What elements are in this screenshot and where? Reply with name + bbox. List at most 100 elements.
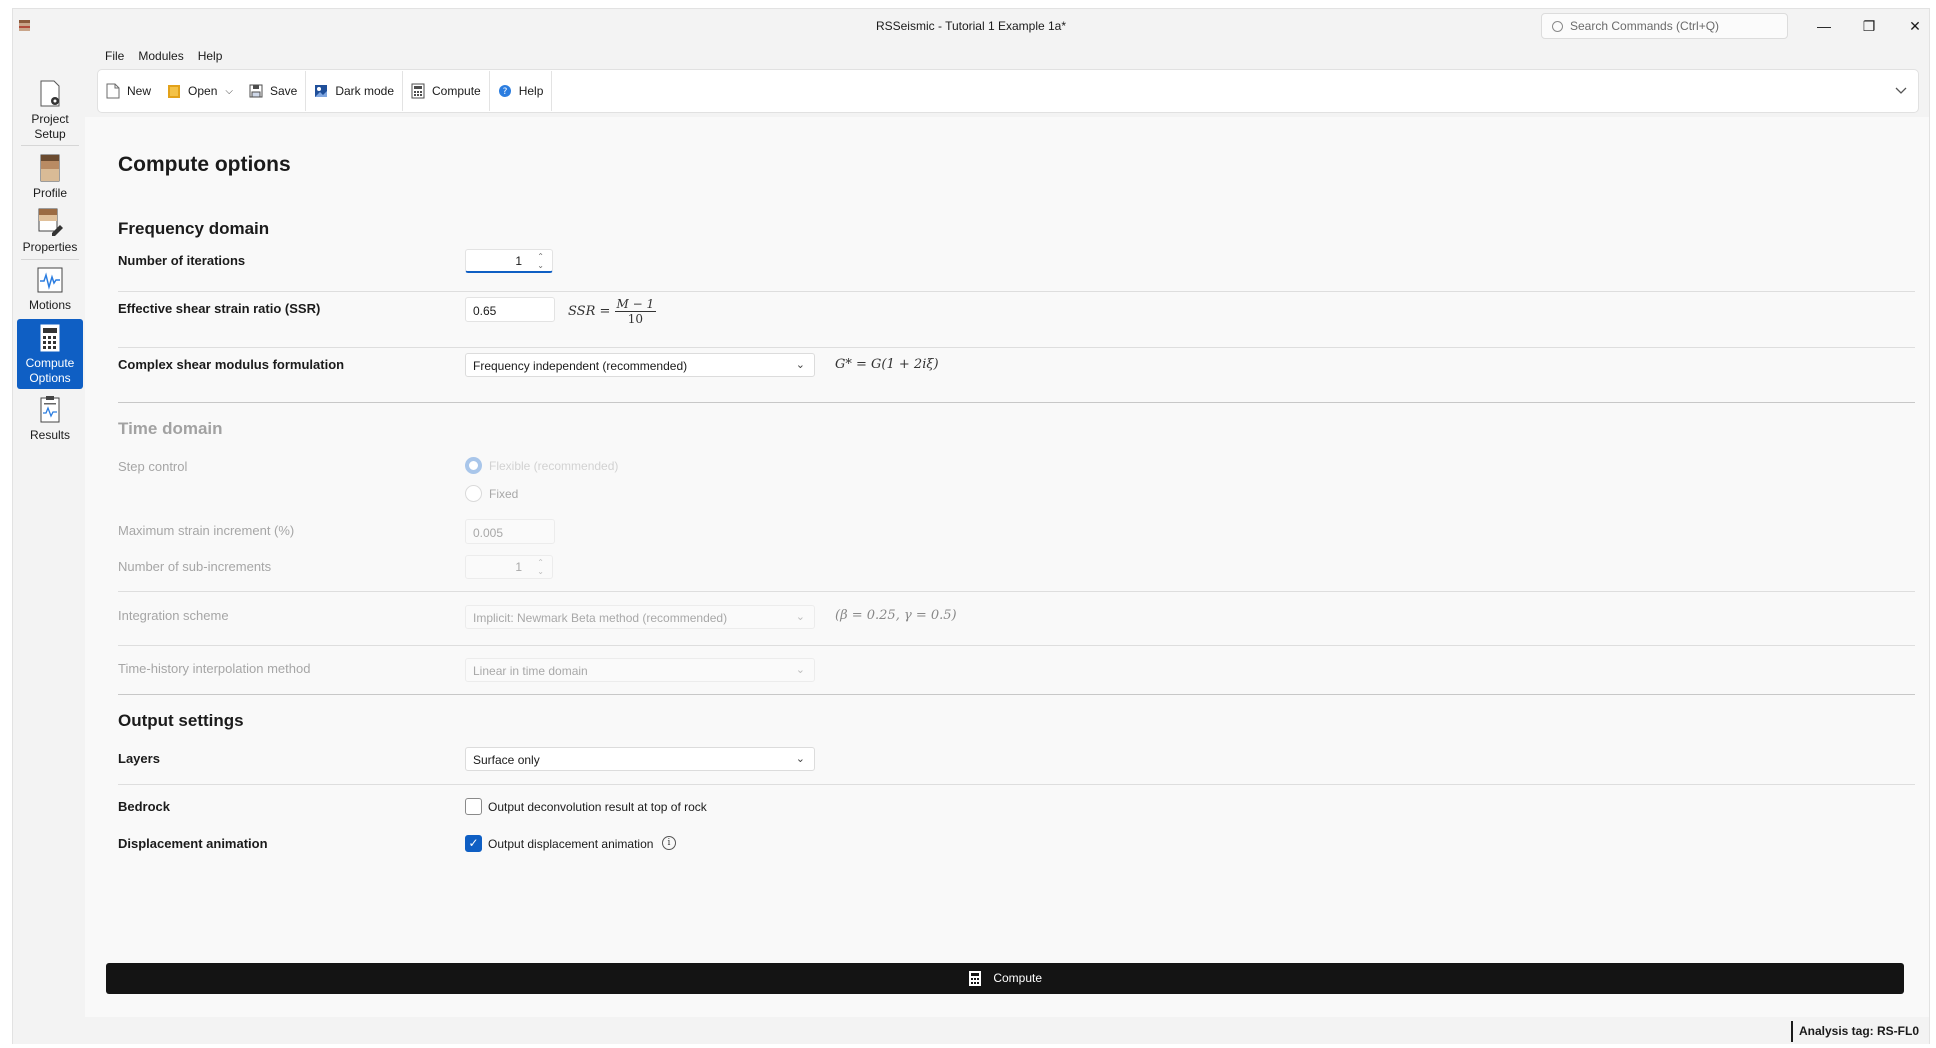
ssr-formula-lhs: SSR = xyxy=(568,304,611,319)
complex-shear-formula: G* = G(1 + 2iξ) xyxy=(835,357,939,372)
module-sidebar: Project Setup Profile Properties Motions… xyxy=(15,69,85,1009)
checkmark-icon: ✓ xyxy=(468,836,479,850)
sidebar-label: Properties xyxy=(22,240,78,254)
minimize-icon: — xyxy=(1817,18,1831,34)
section-divider xyxy=(118,645,1915,646)
restore-icon: ❐ xyxy=(1862,18,1876,34)
svg-text:?: ? xyxy=(502,87,507,97)
section-divider xyxy=(118,591,1915,592)
interpolation-dropdown[interactable]: Linear in time domain ⌄ xyxy=(465,658,815,682)
section-divider xyxy=(118,291,1915,292)
open-button[interactable]: Open ⌵ xyxy=(159,75,241,107)
calculator-icon xyxy=(968,971,981,987)
sidebar-item-compute-options[interactable]: Compute Options xyxy=(17,319,83,389)
frequency-domain-heading: Frequency domain xyxy=(118,219,270,238)
displacement-animation-checkbox-label[interactable]: Output displacement animation xyxy=(488,837,653,851)
status-bar: Analysis tag: RS-FL0 xyxy=(13,1017,1929,1044)
step-fixed-radio[interactable] xyxy=(465,485,482,502)
ssr-formula-numerator: M − 1 xyxy=(614,297,657,312)
title-bar: RSSeismic - Tutorial 1 Example 1a* — ❐ ✕ xyxy=(13,9,1929,43)
sidebar-label: Project xyxy=(31,112,69,126)
save-icon xyxy=(249,84,263,98)
complex-shear-dropdown[interactable]: Frequency independent (recommended) ⌄ xyxy=(465,353,815,377)
chevron-down-icon[interactable]: ⌵ xyxy=(225,86,233,97)
section-divider xyxy=(118,402,1915,403)
menu-bar: File Modules Help xyxy=(98,47,229,67)
sidebar-label: Options xyxy=(29,371,71,385)
integration-scheme-dropdown[interactable]: Implicit: Newmark Beta method (recommend… xyxy=(465,605,815,629)
decrement-icon[interactable]: ⌄ xyxy=(537,262,544,270)
chevron-down-icon: ⌄ xyxy=(795,359,805,371)
close-button[interactable]: ✕ xyxy=(1900,15,1930,37)
minimize-button[interactable]: — xyxy=(1809,15,1839,37)
save-button[interactable]: Save xyxy=(241,75,305,107)
section-divider xyxy=(118,784,1915,785)
iterations-label: Number of iterations xyxy=(118,253,246,268)
command-search-box[interactable] xyxy=(1541,13,1788,39)
help-button[interactable]: ? Help xyxy=(490,75,552,107)
increment-icon[interactable]: ⌃ xyxy=(537,559,544,567)
compute-button[interactable]: Compute xyxy=(106,963,1904,994)
info-icon[interactable]: i xyxy=(662,836,676,850)
compute-toolbar-label: Compute xyxy=(432,84,481,98)
project-setup-icon xyxy=(40,80,60,107)
results-icon xyxy=(40,396,60,423)
iterations-stepper[interactable]: 1 ⌃ ⌄ xyxy=(465,249,553,273)
toolbar-divider xyxy=(551,71,553,111)
decrement-icon[interactable]: ⌄ xyxy=(537,568,544,576)
max-strain-label: Maximum strain increment (%) xyxy=(118,523,295,538)
integration-formula: (β = 0.25, γ = 0.5) xyxy=(835,608,957,623)
command-search-input[interactable] xyxy=(1570,18,1780,34)
sidebar-item-properties[interactable]: Properties xyxy=(17,207,83,255)
interpolation-value: Linear in time domain xyxy=(473,664,588,678)
dark-mode-button[interactable]: Dark mode xyxy=(306,75,402,107)
iterations-value: 1 xyxy=(515,254,522,268)
layers-dropdown[interactable]: Surface only ⌄ xyxy=(465,747,815,771)
profile-icon xyxy=(40,154,60,182)
search-icon xyxy=(1552,21,1563,32)
new-label: New xyxy=(127,84,152,98)
menu-modules[interactable]: Modules xyxy=(131,47,190,67)
interpolation-label: Time-history interpolation method xyxy=(118,661,311,676)
toolbar-expand-chevron-icon[interactable] xyxy=(1894,83,1908,97)
dark-mode-label: Dark mode xyxy=(335,84,395,98)
sidebar-item-project-setup[interactable]: Project Setup xyxy=(17,79,83,141)
sidebar-label: Motions xyxy=(28,298,72,312)
layers-label: Layers xyxy=(118,751,160,766)
chevron-down-icon: ⌄ xyxy=(795,664,805,676)
sub-increments-label: Number of sub-increments xyxy=(118,559,272,574)
sidebar-item-motions[interactable]: Motions xyxy=(17,265,83,315)
bedrock-checkbox[interactable] xyxy=(465,798,482,815)
new-button[interactable]: New xyxy=(98,75,159,107)
compute-button-label: Compute xyxy=(993,971,1043,985)
sidebar-label: Compute xyxy=(25,356,75,370)
bedrock-label: Bedrock xyxy=(118,799,171,814)
calculator-icon xyxy=(411,83,425,99)
sidebar-item-profile[interactable]: Profile xyxy=(17,153,83,201)
sidebar-item-results[interactable]: Results xyxy=(17,395,83,445)
restore-button[interactable]: ❐ xyxy=(1854,15,1884,37)
ssr-formula-fraction: M − 1 10 xyxy=(614,297,657,326)
compute-toolbar-button[interactable]: Compute xyxy=(403,75,489,107)
step-fixed-label: Fixed xyxy=(489,487,519,501)
open-label: Open xyxy=(188,84,218,98)
bedrock-checkbox-label[interactable]: Output deconvolution result at top of ro… xyxy=(488,800,707,814)
section-divider xyxy=(118,347,1915,348)
menu-file[interactable]: File xyxy=(98,47,131,67)
sidebar-label: Profile xyxy=(32,186,67,200)
ssr-input[interactable]: 0.65 xyxy=(465,297,555,322)
sub-increments-value: 1 xyxy=(515,560,522,574)
open-folder-icon xyxy=(168,85,181,98)
ssr-label: Effective shear strain ratio (SSR) xyxy=(118,301,321,316)
sub-increments-stepper[interactable]: 1 ⌃ ⌄ xyxy=(465,555,553,579)
displacement-animation-checkbox[interactable]: ✓ xyxy=(465,835,482,852)
ssr-formula-denominator: 10 xyxy=(627,312,643,326)
sidebar-divider xyxy=(21,259,79,260)
chevron-down-icon: ⌄ xyxy=(795,753,805,765)
step-flexible-radio[interactable] xyxy=(465,457,482,474)
menu-help[interactable]: Help xyxy=(191,47,230,67)
sidebar-label: Results xyxy=(29,428,70,442)
motions-icon xyxy=(37,267,63,293)
increment-icon[interactable]: ⌃ xyxy=(537,253,544,261)
max-strain-input[interactable]: 0.005 xyxy=(465,519,555,544)
